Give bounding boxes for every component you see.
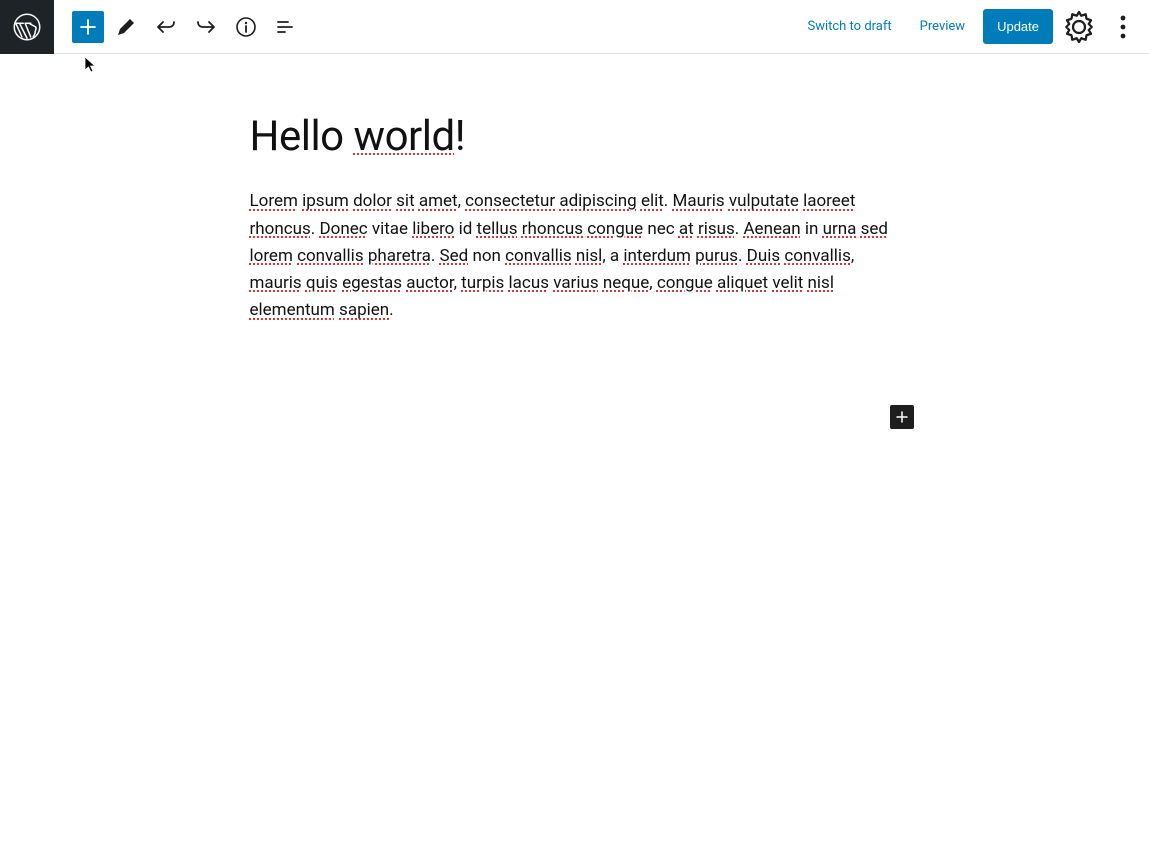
document-info-button[interactable] xyxy=(228,9,264,45)
more-options-button[interactable] xyxy=(1105,9,1141,45)
edit-tool-button[interactable] xyxy=(108,9,144,45)
plus-icon xyxy=(892,407,912,427)
title-text-misspell: world xyxy=(354,112,455,161)
switch-to-draft-button[interactable]: Switch to draft xyxy=(797,11,901,42)
undo-button[interactable] xyxy=(148,9,184,45)
gear-icon xyxy=(1061,9,1097,45)
mouse-cursor-icon xyxy=(84,56,98,74)
title-text-plain: Hello xyxy=(250,112,354,161)
update-button[interactable]: Update xyxy=(983,9,1053,44)
title-text-tail: ! xyxy=(455,112,465,161)
plus-icon xyxy=(76,15,100,39)
editor-toolbar: Switch to draft Preview Update xyxy=(0,0,1149,54)
wordpress-logo[interactable] xyxy=(0,0,54,54)
info-icon xyxy=(234,15,258,39)
post-paragraph[interactable]: Lorem ipsum dolor sit amet, consectetur … xyxy=(250,188,900,324)
settings-button[interactable] xyxy=(1061,9,1097,45)
left-toolbar-group xyxy=(72,9,304,45)
redo-icon xyxy=(194,15,218,39)
undo-icon xyxy=(154,15,178,39)
kebab-icon xyxy=(1105,9,1141,45)
pencil-icon xyxy=(114,15,138,39)
list-view-icon xyxy=(274,15,298,39)
right-toolbar-group: Switch to draft Preview Update xyxy=(797,9,1149,45)
editor-content: Hello world! Lorem ipsum dolor sit amet,… xyxy=(250,112,900,324)
redo-button[interactable] xyxy=(188,9,224,45)
block-inserter-button[interactable] xyxy=(72,11,104,43)
add-block-button[interactable] xyxy=(890,405,914,429)
post-title[interactable]: Hello world! xyxy=(250,112,900,162)
wordpress-icon xyxy=(12,12,42,42)
outline-button[interactable] xyxy=(268,9,304,45)
preview-button[interactable]: Preview xyxy=(910,11,975,42)
